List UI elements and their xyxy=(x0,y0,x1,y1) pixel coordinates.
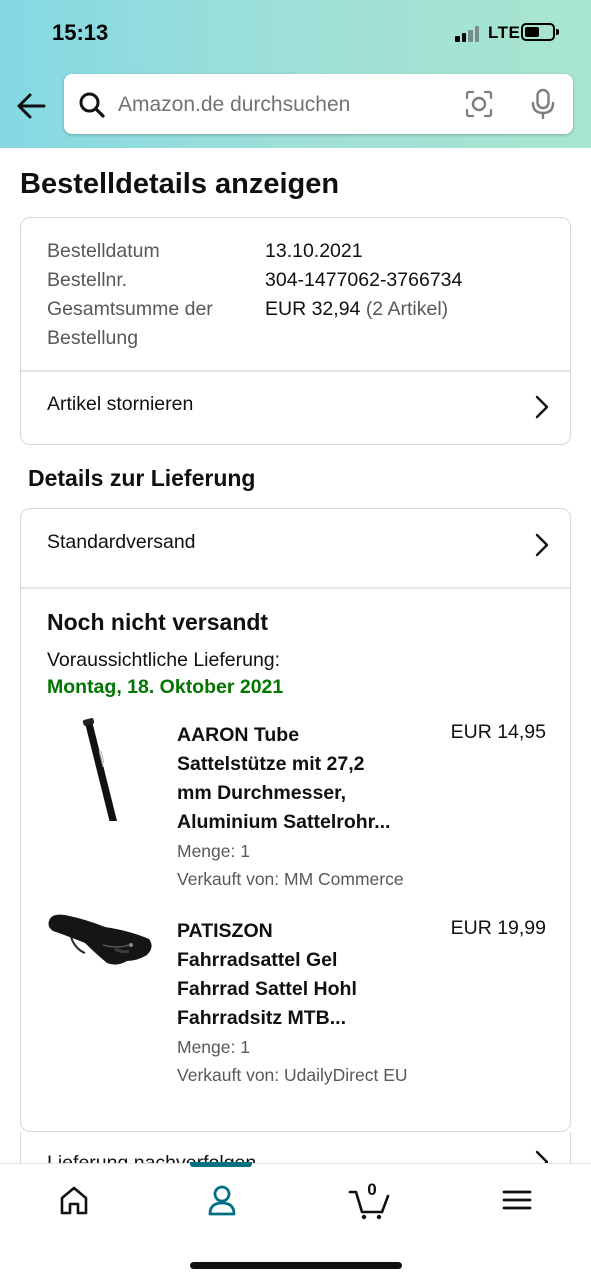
item-title[interactable]: PATISZON Fahrradsattel Gel Fahrrad Satte… xyxy=(177,917,427,1033)
expected-delivery-label: Voraussichtliche Lieferung: xyxy=(47,649,281,671)
item-title-line: PATISZON xyxy=(177,920,273,942)
bottom-nav: 0 xyxy=(0,1162,591,1280)
item-title-line: AARON Tube xyxy=(177,724,300,746)
active-tab-indicator xyxy=(190,1162,252,1167)
order-summary-card: Bestelldatum 13.10.2021 Bestellnr. 304-1… xyxy=(20,217,571,445)
item-price: EUR 14,95 xyxy=(450,721,546,743)
item-title-line: Aluminium Sattelrohr... xyxy=(177,811,391,833)
nav-account[interactable] xyxy=(202,1180,242,1220)
shipment-status: Noch nicht versandt xyxy=(47,609,269,635)
order-total-amount: EUR 32,94 xyxy=(265,298,361,320)
order-total-label-line1: Gesamtsumme der xyxy=(47,298,213,320)
nav-menu[interactable] xyxy=(498,1180,538,1220)
saddle-image[interactable] xyxy=(45,905,157,1017)
chevron-right-icon xyxy=(534,395,550,419)
item-seller: Verkauft von: MM Commerce xyxy=(177,869,404,889)
nav-cart[interactable]: 0 xyxy=(348,1180,392,1220)
order-date-value: 13.10.2021 xyxy=(265,240,363,262)
item-quantity: Menge: 1 xyxy=(177,1037,250,1057)
delivery-card: Standardversand Noch nicht versandt Vora… xyxy=(20,508,571,1132)
signal-icon xyxy=(455,26,481,42)
item-title-line: mm Durchmesser, xyxy=(177,782,347,804)
nav-home[interactable] xyxy=(54,1180,94,1220)
network-type: LTE xyxy=(488,23,521,42)
app-header: 15:13 LTE Amazon.de durchsuchen xyxy=(0,0,591,148)
home-icon xyxy=(60,1186,88,1215)
item-title-line: Fahrradsattel Gel xyxy=(177,949,338,971)
page-title: Bestelldetails anzeigen xyxy=(20,168,340,200)
item-title[interactable]: AARON Tube Sattelstütze mit 27,2 mm Durc… xyxy=(177,721,427,837)
order-item-count: (2 Artikel) xyxy=(365,298,449,320)
home-indicator[interactable] xyxy=(190,1262,402,1269)
order-number-label: Bestellnr. xyxy=(47,269,128,291)
search-input[interactable]: Amazon.de durchsuchen xyxy=(64,74,573,134)
shipping-method-label: Standardversand xyxy=(47,531,196,553)
search-icon xyxy=(78,91,106,119)
item-title-line: Sattelstütze mit 27,2 xyxy=(177,753,365,775)
back-arrow-icon[interactable] xyxy=(14,88,50,124)
delivery-section-title: Details zur Lieferung xyxy=(28,465,256,491)
cancel-items-row[interactable]: Artikel stornieren xyxy=(21,371,570,443)
order-item[interactable]: PATISZON Fahrradsattel Gel Fahrrad Satte… xyxy=(21,905,570,1095)
item-seller: Verkauft von: UdailyDirect EU xyxy=(177,1065,408,1085)
search-placeholder: Amazon.de durchsuchen xyxy=(118,93,351,116)
cancel-items-label: Artikel stornieren xyxy=(47,393,194,415)
seatpost-image[interactable] xyxy=(45,709,157,827)
order-item[interactable]: AARON Tube Sattelstütze mit 27,2 mm Durc… xyxy=(21,709,570,899)
chevron-right-icon xyxy=(534,533,550,557)
microphone-icon[interactable] xyxy=(530,88,556,120)
account-icon xyxy=(208,1185,236,1216)
item-title-line: Fahrradsitz MTB... xyxy=(177,1007,347,1029)
expected-delivery-date: Montag, 18. Oktober 2021 xyxy=(47,676,284,698)
order-date-label: Bestelldatum xyxy=(47,240,160,262)
divider xyxy=(21,587,570,589)
item-title-line: Fahrrad Sattel Hohl xyxy=(177,978,357,1000)
order-number-value: 304-1477062-3766734 xyxy=(265,269,463,291)
cart-count-badge: 0 xyxy=(367,1180,377,1199)
order-total-label-line2: Bestellung xyxy=(47,327,139,349)
item-price: EUR 19,99 xyxy=(450,917,546,939)
item-quantity: Menge: 1 xyxy=(177,841,250,861)
camera-search-icon[interactable] xyxy=(464,89,494,119)
order-total-value: EUR 32,94 (2 Artikel) xyxy=(265,295,448,324)
status-bar: 15:13 LTE xyxy=(0,0,591,64)
battery-icon xyxy=(521,23,559,41)
status-time: 15:13 xyxy=(52,20,109,45)
menu-icon xyxy=(502,1190,532,1210)
shipping-method-row[interactable]: Standardversand xyxy=(21,509,570,581)
